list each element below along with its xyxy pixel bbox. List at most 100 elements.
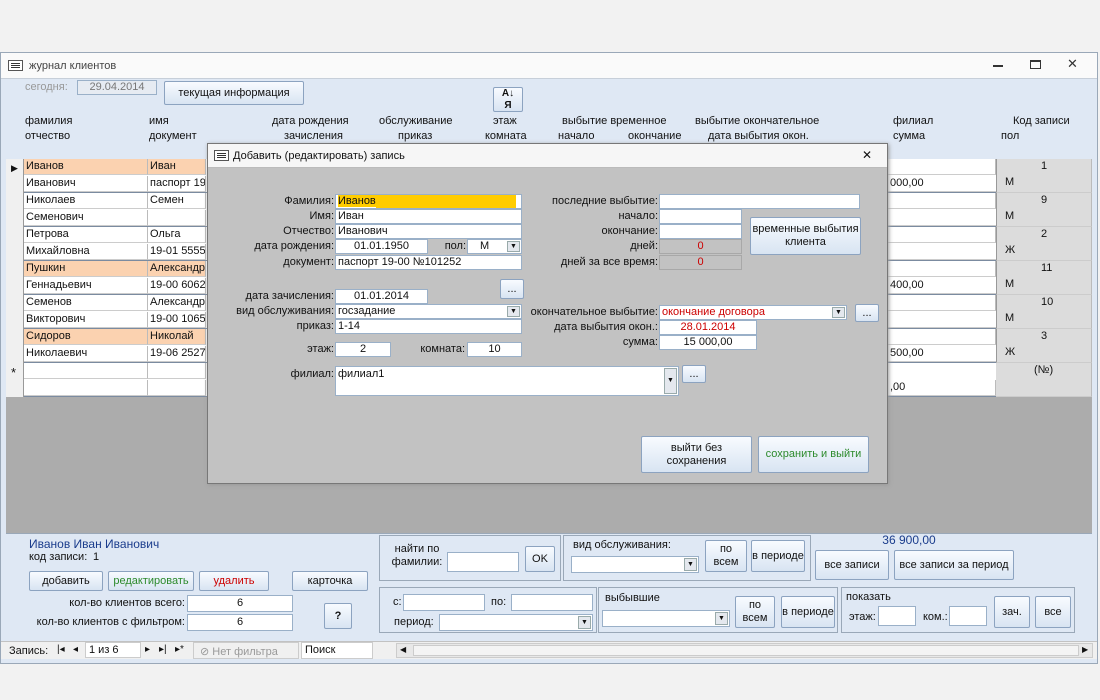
table-cell[interactable]: паспорт 19 [148, 176, 206, 192]
floor-field[interactable]: 2 [335, 342, 391, 357]
table-cell[interactable] [148, 380, 206, 396]
all-records-period-button[interactable]: все записи за период [894, 550, 1014, 580]
document-field[interactable]: паспорт 19-00 №101252 [335, 255, 522, 270]
table-cell[interactable]: Сидоров [24, 329, 148, 345]
row-selector[interactable] [6, 261, 24, 295]
branch-cell[interactable] [888, 193, 996, 209]
table-cell[interactable]: Иванович [24, 176, 148, 192]
branch-cell[interactable] [888, 227, 996, 243]
scroll-right-icon[interactable]: ▶ [1082, 645, 1088, 654]
edit-button[interactable]: редактировать [108, 571, 194, 591]
service-filter-select[interactable]: ▼ [571, 556, 699, 573]
maximize-icon[interactable] [1030, 60, 1041, 69]
table-cell[interactable]: 19-00 10659 [148, 312, 206, 328]
minimize-icon[interactable] [993, 65, 1003, 67]
search-input[interactable]: Поиск [301, 642, 373, 659]
room-filter-input[interactable] [949, 606, 987, 626]
enroll-date-field[interactable]: 01.01.2014 [335, 289, 428, 304]
prev-record-icon[interactable]: ◂ [73, 644, 78, 655]
table-cell[interactable] [24, 363, 148, 379]
table-cell[interactable]: Александр [148, 261, 206, 277]
save-and-exit-button[interactable]: сохранить и выйти [758, 436, 869, 473]
table-cell[interactable]: Николай [148, 329, 206, 345]
table-cell[interactable] [148, 363, 206, 379]
delete-button[interactable]: удалить [199, 571, 269, 591]
chevron-down-icon[interactable]: ▼ [664, 368, 677, 394]
card-button[interactable]: карточка [292, 571, 368, 591]
sum-cell[interactable]: 500,00 [888, 346, 996, 362]
end-field[interactable] [659, 224, 742, 239]
table-cell[interactable]: 19-01 55550 [148, 244, 206, 260]
zach-button[interactable]: зач. [994, 596, 1030, 628]
table-cell[interactable]: Семенов [24, 295, 148, 311]
new-record-icon[interactable]: ▸* [175, 644, 184, 655]
service-type-select[interactable]: госзадание ▼ [335, 304, 522, 319]
table-cell[interactable]: Семенович [24, 210, 148, 226]
row-selector[interactable]: ▶ [6, 159, 24, 193]
row-selector[interactable] [6, 227, 24, 261]
chevron-down-icon[interactable]: ▼ [715, 612, 728, 625]
middle-name-field[interactable]: Иванович [335, 224, 522, 239]
last-record-icon[interactable]: ▸| [159, 644, 167, 655]
add-button[interactable]: добавить [29, 571, 103, 591]
order-field[interactable]: 1-14 [335, 319, 522, 334]
table-cell[interactable]: Викторович [24, 312, 148, 328]
gender-select[interactable]: М ▼ [467, 239, 522, 254]
first-name-field[interactable]: Иван [335, 209, 522, 224]
current-info-button[interactable]: текущая информация [164, 81, 304, 105]
last-departure-field[interactable] [659, 194, 860, 209]
close-icon[interactable]: ✕ [862, 148, 872, 162]
table-cell[interactable]: Александр [148, 295, 206, 311]
temp-departures-button[interactable]: временные выбытия клиента [750, 217, 861, 255]
table-cell[interactable]: Геннадьевич [24, 278, 148, 294]
row-selector[interactable] [6, 329, 24, 363]
scroll-left-icon[interactable]: ◀ [400, 645, 406, 654]
final-more-button[interactable]: ... [855, 304, 879, 322]
sum-cell[interactable]: ,00 [888, 380, 996, 396]
chevron-down-icon[interactable]: ▼ [578, 616, 591, 629]
next-record-icon[interactable]: ▸ [145, 644, 150, 655]
chevron-down-icon[interactable]: ▼ [684, 558, 697, 571]
service-period-button[interactable]: в периоде [751, 540, 805, 572]
sort-az-icon[interactable]: A↓ Я [493, 87, 523, 112]
chevron-down-icon[interactable]: ▼ [507, 241, 520, 252]
row-selector[interactable] [6, 193, 24, 227]
scroll-thumb[interactable] [413, 645, 1079, 656]
branch-cell[interactable] [888, 329, 996, 345]
enroll-more-button[interactable]: ... [500, 279, 524, 299]
ok-button[interactable]: OK [525, 546, 555, 572]
to-input[interactable] [511, 594, 593, 611]
sum-cell[interactable] [888, 312, 996, 328]
departed-all-button[interactable]: по всем [735, 596, 775, 628]
table-cell[interactable]: Николаевич [24, 346, 148, 362]
table-cell[interactable]: Пушкин [24, 261, 148, 277]
last-name-field[interactable]: Иванов [335, 194, 522, 209]
help-icon[interactable]: ? [324, 603, 352, 629]
table-cell[interactable]: Петрова [24, 227, 148, 243]
horizontal-scrollbar[interactable]: ◀ ▶ [396, 643, 1093, 658]
table-cell[interactable] [148, 210, 206, 226]
sum-field[interactable]: 15 000,00 [659, 335, 757, 350]
sum-cell[interactable]: 000,00 [888, 176, 996, 192]
all-button[interactable]: все [1035, 596, 1071, 628]
table-cell[interactable]: Михайловна [24, 244, 148, 260]
no-filter-indicator[interactable]: ⊘ Нет фильтра [193, 642, 299, 659]
chevron-down-icon[interactable]: ▼ [832, 307, 845, 318]
branch-cell[interactable] [888, 159, 996, 175]
branch-more-button[interactable]: ... [682, 365, 706, 383]
table-cell[interactable]: 19-00 60629 [148, 278, 206, 294]
departed-select[interactable]: ▼ [602, 610, 730, 627]
final-departure-select[interactable]: окончание договора ▼ [659, 305, 847, 320]
birth-date-field[interactable]: 01.01.1950 [335, 239, 428, 254]
branch-select[interactable]: филиал1 ▼ [335, 366, 679, 396]
final-date-field[interactable]: 28.01.2014 [659, 320, 757, 335]
branch-cell[interactable] [888, 261, 996, 277]
table-cell[interactable]: Иванов [24, 159, 148, 175]
first-record-icon[interactable]: |◂ [57, 644, 65, 655]
table-cell[interactable]: Николаев [24, 193, 148, 209]
table-cell[interactable]: Ольга [148, 227, 206, 243]
table-cell[interactable] [24, 380, 148, 396]
close-icon[interactable]: ✕ [1067, 56, 1078, 72]
row-selector[interactable] [6, 295, 24, 329]
floor-filter-input[interactable] [878, 606, 916, 626]
